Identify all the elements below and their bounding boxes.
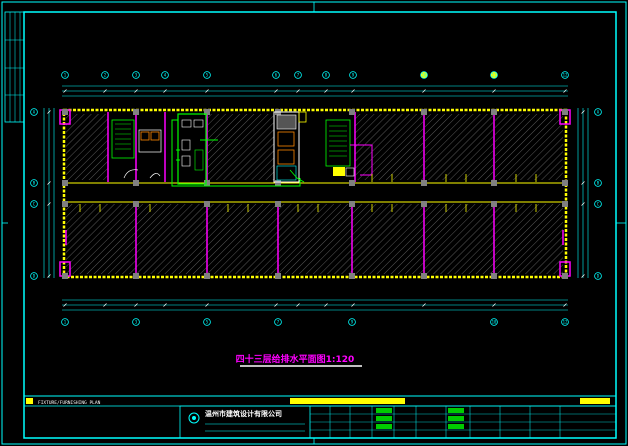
grid-bubble-top: 1 bbox=[61, 71, 69, 79]
column bbox=[133, 273, 139, 279]
svg-text:A: A bbox=[33, 109, 36, 114]
svg-text:5: 5 bbox=[206, 72, 209, 77]
drawing-title-block: 四十三层给排水平面图1:120 bbox=[236, 353, 362, 367]
column bbox=[421, 201, 427, 207]
column bbox=[491, 201, 497, 207]
grid-bubble-left: D bbox=[30, 272, 38, 280]
grid-bubble-bottom: 1 bbox=[61, 318, 69, 326]
binding-strip bbox=[4, 11, 25, 123]
column bbox=[349, 273, 355, 279]
grid-bubble-top: 12 bbox=[561, 71, 569, 79]
grid-bubble-top: 9 bbox=[349, 71, 357, 79]
column bbox=[421, 109, 427, 115]
grid-bubble-left: C bbox=[30, 200, 38, 208]
column bbox=[133, 109, 139, 115]
svg-text:12: 12 bbox=[563, 72, 568, 77]
title-block-stamp bbox=[448, 416, 464, 421]
column bbox=[62, 201, 68, 207]
column bbox=[275, 180, 281, 186]
column bbox=[349, 109, 355, 115]
column bbox=[204, 180, 210, 186]
column bbox=[491, 273, 497, 279]
grid-bubble-top: 3 bbox=[132, 71, 140, 79]
svg-text:11: 11 bbox=[492, 72, 497, 77]
column bbox=[562, 109, 568, 115]
grid-bubble-bottom: 5 bbox=[203, 318, 211, 326]
svg-text:D: D bbox=[33, 273, 36, 278]
svg-text:2: 2 bbox=[104, 72, 107, 77]
svg-text:5: 5 bbox=[206, 319, 209, 324]
grid-bubble-top: 10 bbox=[420, 71, 428, 79]
column bbox=[421, 180, 427, 186]
svg-text:C: C bbox=[33, 201, 36, 206]
title-block-stamp bbox=[448, 408, 464, 413]
svg-text:3: 3 bbox=[135, 319, 138, 324]
svg-text:B: B bbox=[33, 180, 36, 185]
column bbox=[133, 180, 139, 186]
strip-label: FIXTURE/FURNISHING PLAN bbox=[38, 400, 101, 406]
plan-strip: FIXTURE/FURNISHING PLAN bbox=[24, 395, 616, 407]
column bbox=[421, 273, 427, 279]
grid-bubble-right: A bbox=[594, 108, 602, 116]
grid-bubble-bottom: 10 bbox=[490, 318, 498, 326]
company-name: 温州市建筑设计有限公司 bbox=[205, 409, 282, 418]
svg-text:10: 10 bbox=[422, 72, 427, 77]
column bbox=[491, 109, 497, 115]
svg-text:D: D bbox=[597, 273, 600, 278]
column bbox=[62, 180, 68, 186]
svg-text:9: 9 bbox=[352, 72, 355, 77]
column bbox=[204, 273, 210, 279]
column bbox=[133, 201, 139, 207]
grid-bubble-bottom: 7 bbox=[274, 318, 282, 326]
corridor bbox=[66, 182, 563, 202]
column bbox=[62, 273, 68, 279]
drawing-title: 四十三层给排水平面图1:120 bbox=[236, 353, 355, 365]
title-block-stamp bbox=[376, 424, 392, 429]
grid-bubble-left: B bbox=[30, 179, 38, 187]
column bbox=[562, 180, 568, 186]
svg-text:4: 4 bbox=[164, 72, 167, 77]
grid-bubble-top: 4 bbox=[161, 71, 169, 79]
title-block-stamp bbox=[376, 408, 392, 413]
svg-text:6: 6 bbox=[275, 72, 278, 77]
svg-text:7: 7 bbox=[277, 319, 280, 324]
grid-bubble-right: B bbox=[594, 179, 602, 187]
svg-text:9: 9 bbox=[351, 319, 354, 324]
svg-text:1: 1 bbox=[64, 319, 67, 324]
svg-text:A: A bbox=[597, 109, 600, 114]
svg-text:10: 10 bbox=[492, 319, 497, 324]
svg-text:7: 7 bbox=[297, 72, 300, 77]
grid-bubble-top: 2 bbox=[101, 71, 109, 79]
column bbox=[562, 201, 568, 207]
grid-bubble-bottom: 9 bbox=[348, 318, 356, 326]
grid-bubble-top: 11 bbox=[490, 71, 498, 79]
grid-bubble-top: 6 bbox=[272, 71, 280, 79]
column bbox=[349, 180, 355, 186]
svg-text:B: B bbox=[597, 180, 600, 185]
column bbox=[349, 201, 355, 207]
grid-bubble-top: 7 bbox=[294, 71, 302, 79]
title-block-stamp bbox=[448, 424, 464, 429]
column bbox=[204, 201, 210, 207]
column bbox=[275, 273, 281, 279]
grid-bubble-top: 5 bbox=[203, 71, 211, 79]
column bbox=[275, 201, 281, 207]
grid-bubble-bottom: 3 bbox=[132, 318, 140, 326]
column bbox=[562, 273, 568, 279]
title-block-stamp bbox=[376, 416, 392, 421]
grid-bubble-top: 8 bbox=[322, 71, 330, 79]
grid-bubble-right: C bbox=[594, 200, 602, 208]
column bbox=[62, 109, 68, 115]
grid-bubble-right: D bbox=[594, 272, 602, 280]
svg-text:C: C bbox=[597, 201, 600, 206]
cad-drawing: 1 2 3 4 5 6 7 8 9 10 11 121 3 5 7 9 10 12ABCDABCD bbox=[1, 1, 627, 445]
column bbox=[491, 180, 497, 186]
svg-text:8: 8 bbox=[325, 72, 328, 77]
svg-text:1: 1 bbox=[64, 72, 67, 77]
svg-text:12: 12 bbox=[563, 319, 568, 324]
svg-text:3: 3 bbox=[135, 72, 138, 77]
title-block: 温州市建筑设计有限公司 bbox=[179, 405, 617, 439]
grid-bubble-bottom: 12 bbox=[561, 318, 569, 326]
grid-bubble-left: A bbox=[30, 108, 38, 116]
